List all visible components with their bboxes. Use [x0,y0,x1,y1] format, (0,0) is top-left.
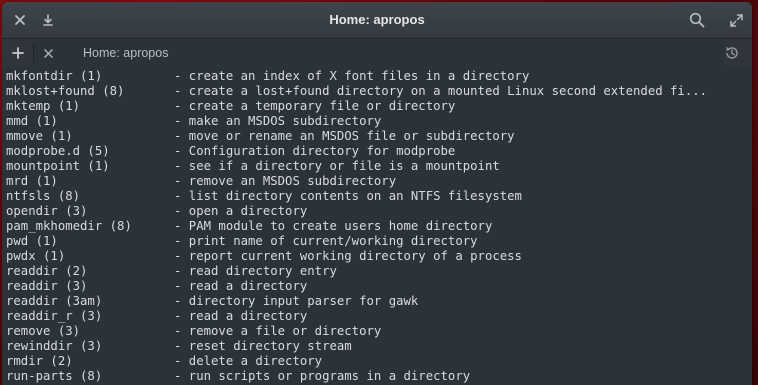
man-page-description: - create a temporary file or directory [174,99,456,113]
man-page-description: - print name of current/working director… [174,234,478,248]
terminal-line: rmdir (2) - delete a directory [6,354,752,369]
terminal-line: readdir (3am) - directory input parser fo… [6,294,752,309]
man-page-name: mkfontdir (1) [6,69,103,83]
man-page-description: - delete a directory [174,354,323,368]
man-page-description: - read directory entry [174,264,337,278]
man-page-description: - report current working directory of a … [174,249,522,263]
terminal-line: remove (3) - remove a file or directory [6,324,752,339]
tab-bar: Home: apropos [2,39,752,68]
terminal-line: rewinddir (3) - reset directory stream [6,339,752,354]
man-page-description: - reset directory stream [174,339,352,353]
man-page-description: - remove an MSDOS subdirectory [174,174,397,188]
man-page-name: modprobe.d (5) [6,144,110,158]
terminal-line: pam_mkhomedir (8) - PAM module to create … [6,219,752,234]
tab-home-apropos[interactable]: Home: apropos [34,39,724,67]
terminal-line: opendir (3) - open a directory [6,204,752,219]
man-page-name: opendir (3) [6,204,88,218]
titlebar: Home: apropos [2,2,752,39]
man-page-description: - Configuration directory for modprobe [174,144,456,158]
terminal-window: Home: apropos Home: apropos mkfontdir (1… [2,2,752,385]
history-icon[interactable] [723,44,741,62]
man-page-name: run-parts (8) [6,369,103,383]
man-page-description: - create a lost+found directory on a mou… [174,84,708,98]
man-page-name: rewinddir (3) [6,339,103,353]
search-icon[interactable] [688,11,706,29]
man-page-description: - make an MSDOS subdirectory [174,114,382,128]
man-page-description: - list directory contents on an NTFS fil… [174,189,522,203]
man-page-name: readdir (3am) [6,294,103,308]
terminal-line: mmove (1) - move or rename an MSDOS file … [6,129,752,144]
terminal-line: mktemp (1) - create a temporary file or d… [6,99,752,114]
terminal-line: mkfontdir (1) - create an index of X font… [6,69,752,84]
tab-label: Home: apropos [83,46,169,60]
terminal-line: run-parts (8) - run scripts or programs i… [6,369,752,384]
terminal-line: mrd (1) - remove an MSDOS subdirectory [6,174,752,189]
man-page-name: remove (3) [6,324,81,338]
terminal-line: readdir (2) - read directory entry [6,264,752,279]
man-page-name: mmd (1) [6,114,58,128]
man-page-description: - create an index of X font files in a d… [174,69,530,83]
man-page-description: - read a directory [174,309,308,323]
terminal-line: mountpoint (1) - see if a directory or fi… [6,159,752,174]
window-title: Home: apropos [329,12,425,27]
man-page-name: mountpoint (1) [6,159,110,173]
terminal-line: modprobe.d (5) - Configuration directory … [6,144,752,159]
terminal-line: pwd (1) - print name of current/working d… [6,234,752,249]
man-page-description: - run scripts or programs in a directory [174,369,471,383]
man-page-name: pwdx (1) [6,249,66,263]
man-page-name: readdir_r (3) [6,309,103,323]
terminal-line: mmd (1) - make an MSDOS subdirectory [6,114,752,129]
man-page-description: - see if a directory or file is a mountp… [174,159,500,173]
plus-icon[interactable] [9,44,27,62]
close-icon[interactable] [40,44,56,62]
man-page-name: mmove (1) [6,129,73,143]
terminal-line: mklost+found (8) - create a lost+found di… [6,84,752,99]
man-page-description: - move or rename an MSDOS file or subdir… [174,129,515,143]
man-page-description: - remove a file or directory [174,324,382,338]
maximize-icon[interactable] [727,11,745,29]
man-page-name: mrd (1) [6,174,58,188]
man-page-name: readdir (2) [6,264,88,278]
terminal-line: readdir_r (3) - read a directory [6,309,752,324]
man-page-name: ntfsls (8) [6,189,81,203]
man-page-description: - directory input parser for gawk [174,294,419,308]
man-page-name: pwd (1) [6,234,58,248]
terminal-line: readdir (3) - read a directory [6,279,752,294]
man-page-description: - PAM module to create users home direct… [174,219,493,233]
man-page-description: - open a directory [174,204,308,218]
terminal-line: ntfsls (8) - list directory contents on a… [6,189,752,204]
man-page-description: - read a directory [174,279,308,293]
terminal-line: pwdx (1) - report current working directo… [6,249,752,264]
man-page-name: mktemp (1) [6,99,81,113]
man-page-name: rmdir (2) [6,354,73,368]
man-page-name: readdir (3) [6,279,88,293]
man-page-name: pam_mkhomedir (8) [6,219,132,233]
terminal-output[interactable]: mkfontdir (1) - create an index of X font… [2,67,752,385]
man-page-name: mklost+found (8) [6,84,125,98]
